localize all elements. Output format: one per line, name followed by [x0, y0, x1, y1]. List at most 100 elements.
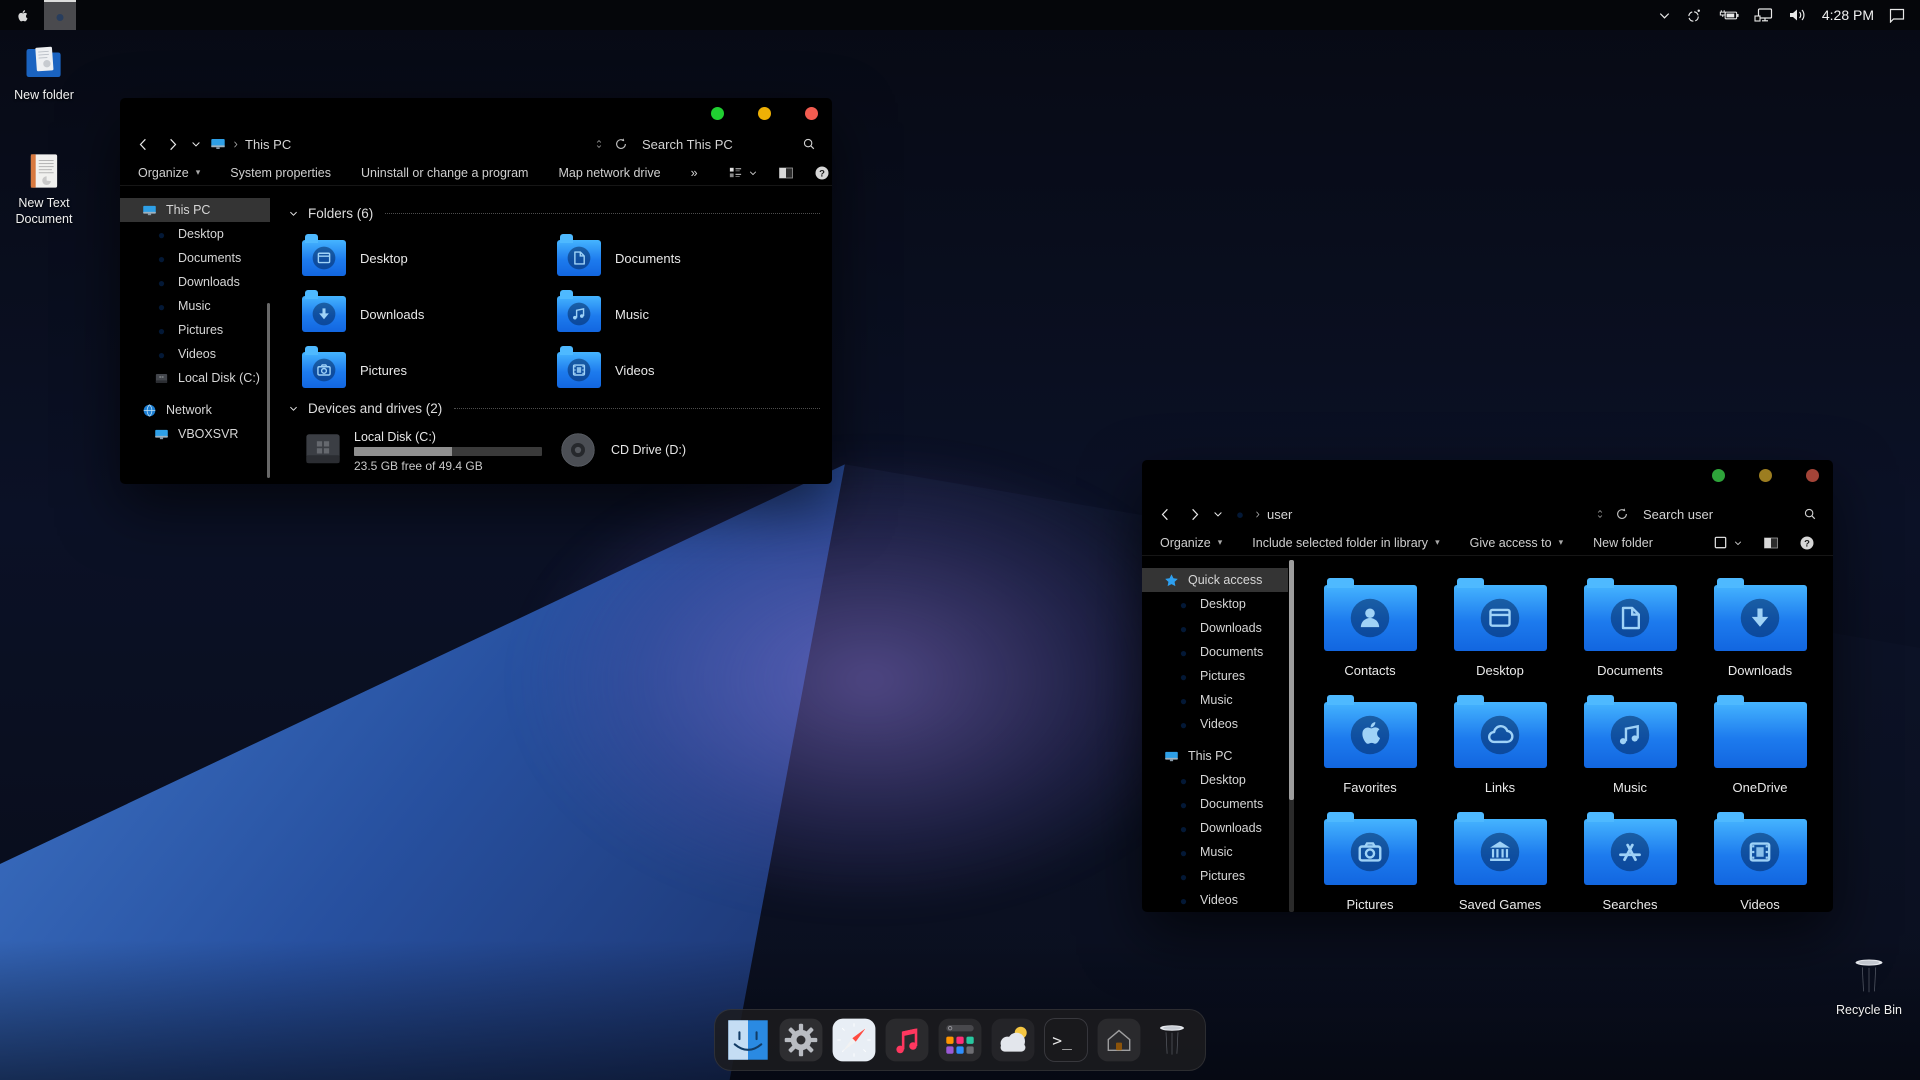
- organize-button[interactable]: Organize: [138, 166, 200, 180]
- sidebar-item-network[interactable]: Network: [120, 398, 270, 422]
- folder-item-music[interactable]: Music: [557, 296, 649, 332]
- change-view-button[interactable]: [728, 165, 758, 180]
- help-button[interactable]: [1799, 535, 1815, 551]
- collapse-chevron-icon[interactable]: [288, 208, 299, 219]
- sidebar-item-downloads[interactable]: Downloads: [1142, 616, 1288, 640]
- map-network-drive-button[interactable]: Map network drive: [558, 166, 660, 180]
- preview-pane-button[interactable]: [1763, 535, 1779, 551]
- clock[interactable]: 4:28 PM: [1822, 7, 1874, 23]
- folder-item-searches[interactable]: Searches: [1582, 819, 1678, 912]
- sidebar-item-this-pc[interactable]: This PC: [1142, 744, 1288, 768]
- desktop-icon-new-folder[interactable]: New folder: [4, 42, 84, 104]
- organize-button[interactable]: Organize: [1160, 536, 1222, 550]
- folder-item-desktop[interactable]: Desktop: [302, 240, 408, 276]
- folder-item-downloads[interactable]: Downloads: [1712, 585, 1808, 678]
- dock-terminal-icon[interactable]: [1042, 1016, 1090, 1064]
- traffic-light-red[interactable]: [805, 107, 818, 120]
- sidebar-item-music-2[interactable]: Music: [1142, 840, 1288, 864]
- sidebar-scrollbar-track[interactable]: [1289, 560, 1294, 912]
- give-access-button[interactable]: Give access to: [1470, 536, 1564, 550]
- breadcrumb[interactable]: This PC: [245, 137, 291, 152]
- sidebar-item-desktop[interactable]: Desktop: [1142, 592, 1288, 616]
- search-icon[interactable]: [1803, 507, 1817, 521]
- sidebar-item-quick-access[interactable]: Quick access: [1142, 568, 1288, 592]
- sidebar-item-documents[interactable]: Documents: [120, 246, 270, 270]
- drive-item-local-disk[interactable]: Local Disk (C:) 23.5 GB free of 49.4 GB: [302, 429, 542, 473]
- group-header-folders[interactable]: Folders (6): [288, 206, 820, 221]
- breadcrumb[interactable]: user: [1267, 507, 1292, 522]
- folder-item-videos[interactable]: Videos: [557, 352, 655, 388]
- new-folder-button[interactable]: New folder: [1593, 536, 1653, 550]
- back-button[interactable]: [1158, 507, 1173, 522]
- sidebar-item-documents[interactable]: Documents: [1142, 640, 1288, 664]
- sidebar-item-music[interactable]: Music: [120, 294, 270, 318]
- folder-item-contacts[interactable]: Contacts: [1322, 585, 1418, 678]
- search-input[interactable]: [1643, 507, 1803, 522]
- sidebar-item-this-pc[interactable]: This PC: [120, 198, 270, 222]
- preview-pane-button[interactable]: [778, 165, 794, 181]
- dock-music-icon[interactable]: [883, 1016, 931, 1064]
- sidebar-item-pictures[interactable]: Pictures: [1142, 664, 1288, 688]
- sidebar-item-vboxsvr[interactable]: VBOXSVR: [120, 422, 270, 446]
- dock-settings-icon[interactable]: [777, 1016, 825, 1064]
- address-dropdown-icon[interactable]: [1594, 508, 1606, 520]
- network-icon[interactable]: [1754, 7, 1774, 23]
- sidebar-item-videos-2[interactable]: Videos: [1142, 888, 1288, 912]
- sidebar-item-local-disk[interactable]: Local Disk (C:): [120, 366, 270, 390]
- back-button[interactable]: [136, 137, 151, 152]
- sidebar-item-downloads[interactable]: Downloads: [120, 270, 270, 294]
- sidebar-item-videos[interactable]: Videos: [120, 342, 270, 366]
- folder-item-pictures[interactable]: Pictures: [302, 352, 407, 388]
- sidebar-item-music[interactable]: Music: [1142, 688, 1288, 712]
- recent-locations-dropdown[interactable]: [190, 138, 202, 150]
- sidebar-item-documents-2[interactable]: Documents: [1142, 792, 1288, 816]
- refresh-icon[interactable]: [1615, 507, 1629, 521]
- refresh-icon[interactable]: [614, 137, 628, 151]
- forward-button[interactable]: [1187, 507, 1202, 522]
- search-icon[interactable]: [802, 137, 816, 151]
- traffic-light-red[interactable]: [1806, 469, 1819, 482]
- traffic-light-green[interactable]: [711, 107, 724, 120]
- folder-item-documents[interactable]: Documents: [557, 240, 681, 276]
- folder-item-links[interactable]: Links: [1452, 702, 1548, 795]
- sidebar-scrollbar[interactable]: [267, 303, 270, 478]
- folder-item-downloads[interactable]: Downloads: [302, 296, 424, 332]
- sidebar-item-pictures-2[interactable]: Pictures: [1142, 864, 1288, 888]
- folder-item-onedrive[interactable]: OneDrive: [1712, 702, 1808, 795]
- volume-icon[interactable]: [1788, 7, 1808, 23]
- dock-trash-icon[interactable]: [1148, 1016, 1196, 1064]
- collapse-chevron-icon[interactable]: [288, 403, 299, 414]
- change-view-button[interactable]: [1713, 535, 1743, 550]
- system-properties-button[interactable]: System properties: [230, 166, 331, 180]
- forward-button[interactable]: [165, 137, 180, 152]
- folder-item-desktop[interactable]: Desktop: [1452, 585, 1548, 678]
- help-button[interactable]: [814, 165, 830, 181]
- dock-safari-icon[interactable]: [830, 1016, 878, 1064]
- dock-launchpad-icon[interactable]: [936, 1016, 984, 1064]
- folder-item-documents[interactable]: Documents: [1582, 585, 1678, 678]
- battery-icon[interactable]: [1717, 7, 1740, 23]
- uninstall-program-button[interactable]: Uninstall or change a program: [361, 166, 528, 180]
- apple-menu[interactable]: [0, 7, 44, 24]
- sidebar-item-pictures[interactable]: Pictures: [120, 318, 270, 342]
- folder-item-pictures[interactable]: Pictures: [1322, 819, 1418, 912]
- sidebar-scrollbar-thumb[interactable]: [1289, 560, 1294, 800]
- traffic-light-yellow[interactable]: [758, 107, 771, 120]
- desktop-icon-recycle-bin[interactable]: Recycle Bin: [1824, 953, 1914, 1019]
- dock-finder-icon[interactable]: [724, 1016, 772, 1064]
- sidebar-item-videos[interactable]: Videos: [1142, 712, 1288, 736]
- folder-item-music[interactable]: Music: [1582, 702, 1678, 795]
- show-hidden-icons-button[interactable]: [1657, 8, 1672, 23]
- sidebar-item-desktop-2[interactable]: Desktop: [1142, 768, 1288, 792]
- dock-weather-icon[interactable]: [989, 1016, 1037, 1064]
- action-center-icon[interactable]: [1888, 7, 1906, 23]
- traffic-light-green[interactable]: [1712, 469, 1725, 482]
- address-dropdown-icon[interactable]: [593, 138, 605, 150]
- traffic-light-yellow[interactable]: [1759, 469, 1772, 482]
- sidebar-item-desktop[interactable]: Desktop: [120, 222, 270, 246]
- desktop-icon-new-text-document[interactable]: New Text Document: [4, 150, 84, 227]
- dock-home-icon[interactable]: [1095, 1016, 1143, 1064]
- include-in-library-button[interactable]: Include selected folder in library: [1252, 536, 1439, 550]
- group-header-devices[interactable]: Devices and drives (2): [288, 401, 820, 416]
- search-input[interactable]: [642, 137, 802, 152]
